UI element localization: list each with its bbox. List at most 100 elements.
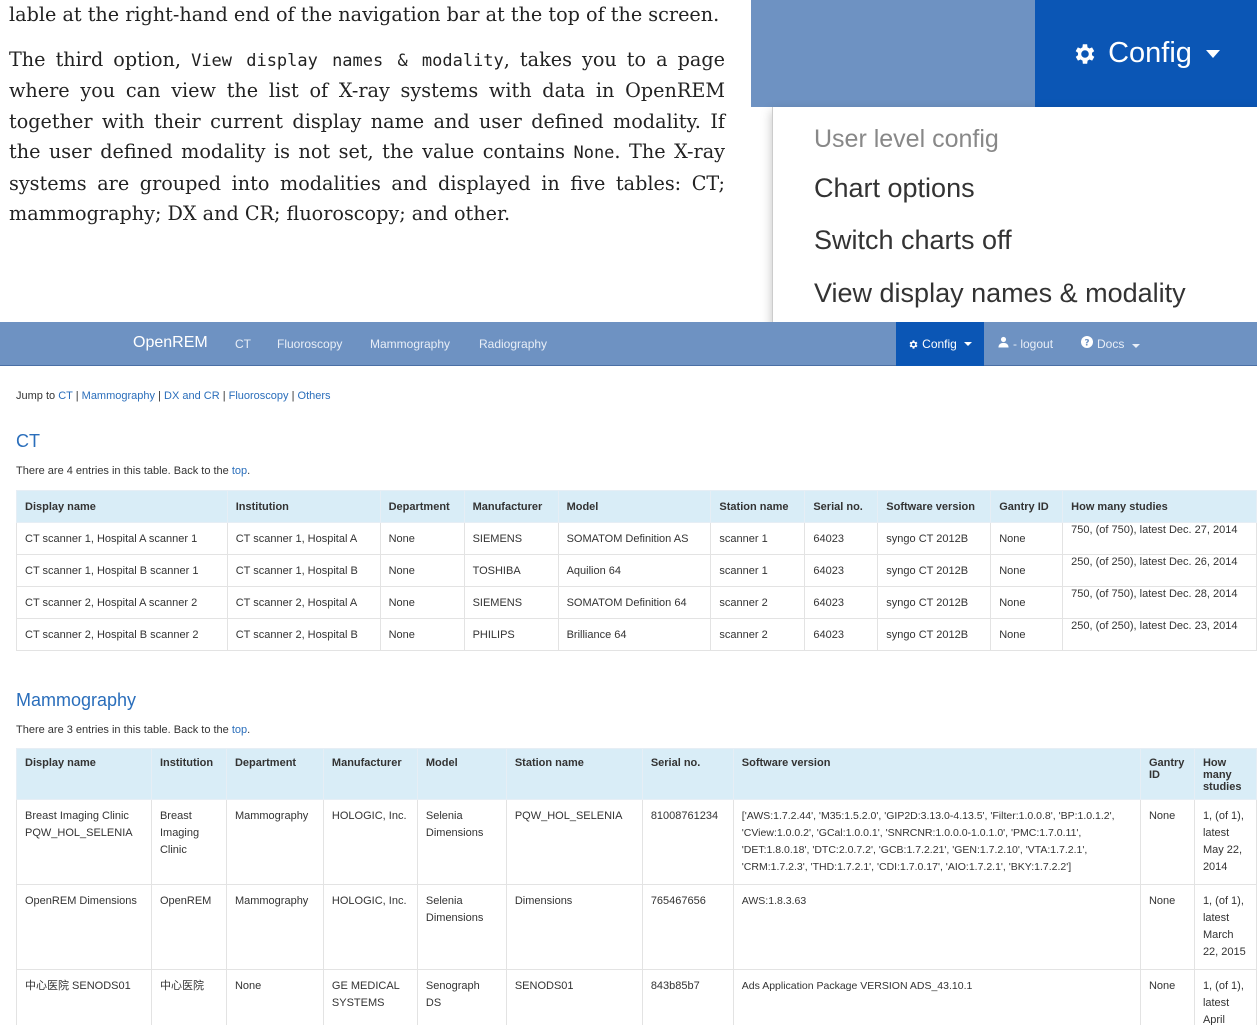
col-header-station-name: Station name <box>710 490 806 523</box>
top-navbar: OpenREM CT Fluoroscopy Mammography Radio… <box>0 322 1257 366</box>
brand-link[interactable]: OpenREM <box>133 334 208 352</box>
cell-gantry-id: None <box>1139 969 1195 1025</box>
cell-software-version: Ads Application Package VERSION ADS_43.1… <box>732 969 1141 1025</box>
zoom-config-button[interactable]: Config <box>1035 0 1257 107</box>
col-header-how-many-studies: How many studies <box>1193 748 1257 800</box>
cell-institution: CT scanner 1, Hospital B <box>226 554 381 587</box>
menu-item-view-display-names[interactable]: View display names & modality <box>814 278 1186 309</box>
cell-institution: Breast Imaging Clinic <box>150 799 227 885</box>
jump-link-others[interactable]: Others <box>298 390 331 402</box>
cell-gantry-id: None <box>990 554 1064 587</box>
col-header-department: Department <box>379 490 465 523</box>
mammography-entries-info: There are 3 entries in this table. Back … <box>16 724 251 736</box>
ct-back-to-top-link[interactable]: top <box>232 465 247 477</box>
mammo-back-to-top-link[interactable]: top <box>232 724 247 736</box>
cell-model: Aquilion 64 <box>557 554 712 587</box>
col-header-model: Model <box>557 490 712 523</box>
jump-link-ct[interactable]: CT <box>58 390 72 402</box>
cell-station-name: scanner 1 <box>710 554 806 587</box>
nav-config-button[interactable]: Config <box>896 322 984 366</box>
cell-station-name: Dimensions <box>505 884 643 970</box>
col-header-institution: Institution <box>226 490 381 523</box>
cell-department: Mammography <box>225 799 324 885</box>
mammo-info-text: There are 3 entries in this table. Back … <box>16 724 229 736</box>
cell-serial-no: 81008761234 <box>641 799 734 885</box>
cell-how-many-studies: 1, (of 1), latest March 22, 2015 <box>1193 884 1257 970</box>
table-row: CT scanner 2, Hospital B scanner 2 CT sca… <box>16 618 1257 651</box>
jump-prefix: Jump to <box>16 390 56 402</box>
mammography-section-title: Mammography <box>16 690 137 710</box>
chevron-down-icon <box>1131 344 1140 348</box>
col-header-display-name: Display name <box>16 748 152 800</box>
logout-link[interactable]: - logout <box>1013 337 1053 351</box>
table-row: Breast Imaging Clinic PQW_HOL_SELENIA Bre… <box>16 799 1257 885</box>
menu-item-switch-charts-off[interactable]: Switch charts off <box>814 225 1012 256</box>
col-header-how-many-studies: How many studies <box>1062 490 1257 523</box>
col-header-station-name: Station name <box>505 748 643 800</box>
menu-item-chart-options[interactable]: Chart options <box>814 173 975 204</box>
table-row: CT scanner 1, Hospital B scanner 1 CT sca… <box>16 554 1257 587</box>
config-menu-zoom: Config User level config Chart options S… <box>751 0 1257 322</box>
ct-entries-info: There are 4 entries in this table. Back … <box>16 465 251 477</box>
chevron-down-icon <box>963 342 972 346</box>
cell-serial-no: 64023 <box>804 618 879 651</box>
cell-department: None <box>379 618 465 651</box>
cell-manufacturer: PHILIPS <box>463 618 559 651</box>
cell-department: None <box>379 554 465 587</box>
cell-display-name: CT scanner 1, Hospital B scanner 1 <box>16 554 228 587</box>
menu-header-user-level-config: User level config <box>814 125 999 153</box>
cell-software-version: AWS:1.8.3.63 <box>732 884 1141 970</box>
cell-display-name: CT scanner 1, Hospital A scanner 1 <box>16 522 228 555</box>
cell-institution: CT scanner 2, Hospital B <box>226 618 381 651</box>
jump-link-dx-cr[interactable]: DX and CR <box>164 390 220 402</box>
nav-link-fluoroscopy[interactable]: Fluoroscopy <box>277 337 342 351</box>
ct-header-row: Display name Institution Department Manu… <box>16 490 1257 523</box>
cell-serial-no: 64023 <box>804 554 879 587</box>
config-dropdown-menu: User level config Chart options Switch c… <box>772 107 1257 322</box>
docs-menu[interactable]: Docs <box>1097 337 1140 351</box>
user-icon <box>998 336 1009 351</box>
cell-serial-no: 64023 <box>804 586 879 619</box>
col-header-software-version: Software version <box>877 490 992 523</box>
cell-model: Brilliance 64 <box>557 618 712 651</box>
ct-section-title: CT <box>16 431 40 451</box>
col-header-software-version: Software version <box>732 748 1141 800</box>
cell-department: Mammography <box>225 884 324 970</box>
gear-icon <box>1075 43 1095 64</box>
nav-link-radiography[interactable]: Radiography <box>479 337 547 351</box>
cell-how-many-studies: 750, (of 750), latest Dec. 28, 2014 <box>1062 586 1257 619</box>
jump-link-fluoroscopy[interactable]: Fluoroscopy <box>229 390 289 402</box>
mammo-header-row: Display name Institution Department Manu… <box>16 748 1257 800</box>
doc-para-code2: None <box>573 143 615 163</box>
cell-manufacturer: HOLOGIC, Inc. <box>322 884 418 970</box>
cell-software-version: syngo CT 2012B <box>877 554 992 587</box>
cell-manufacturer: SIEMENS <box>463 522 559 555</box>
cell-how-many-studies: 1, (of 1), latest May 22, 2014 <box>1193 799 1257 885</box>
nav-link-mammography[interactable]: Mammography <box>370 337 450 351</box>
cell-manufacturer: SIEMENS <box>463 586 559 619</box>
cell-station-name: scanner 2 <box>710 618 806 651</box>
cell-display-name: CT scanner 2, Hospital A scanner 2 <box>16 586 228 619</box>
cell-institution: CT scanner 2, Hospital A <box>226 586 381 619</box>
col-header-model: Model <box>416 748 507 800</box>
cell-display-name: 中心医院 SENODS01 <box>16 969 152 1025</box>
svg-text:?: ? <box>1084 339 1089 349</box>
cell-manufacturer: GE MEDICAL SYSTEMS <box>322 969 418 1025</box>
cell-serial-no: 64023 <box>804 522 879 555</box>
cell-gantry-id: None <box>990 522 1064 555</box>
cell-software-version: syngo CT 2012B <box>877 522 992 555</box>
table-row: CT scanner 2, Hospital A scanner 2 CT sca… <box>16 586 1257 619</box>
cell-model: SOMATOM Definition AS <box>557 522 712 555</box>
table-row: 中心医院 SENODS01 中心医院 None GE MEDICAL SYSTEMS S… <box>16 969 1257 1025</box>
jump-link-mammography[interactable]: Mammography <box>82 390 155 402</box>
cell-gantry-id: None <box>1139 884 1195 970</box>
col-header-serial-no: Serial no. <box>804 490 879 523</box>
doc-para-code: View display names & modality <box>191 50 504 71</box>
nav-link-ct[interactable]: CT <box>235 337 251 351</box>
jump-to-bar: Jump to CT | Mammography | DX and CR | F… <box>16 390 331 402</box>
cell-manufacturer: TOSHIBA <box>463 554 559 587</box>
gear-icon <box>909 339 918 349</box>
cell-institution: CT scanner 1, Hospital A <box>226 522 381 555</box>
cell-gantry-id: None <box>990 586 1064 619</box>
nav-config-label: Config <box>922 337 957 351</box>
